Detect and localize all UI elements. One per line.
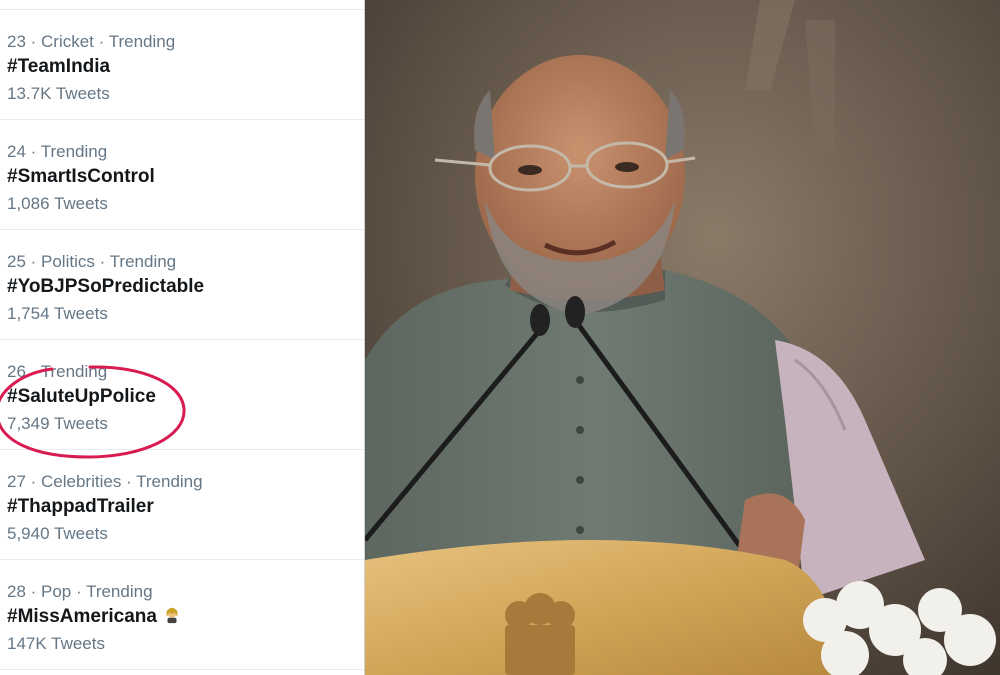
pop-star-emoji-icon — [166, 607, 178, 624]
trend-hashtag[interactable]: #TeamIndia — [7, 56, 110, 78]
trend-meta: 27 · Celebrities · Trending — [7, 472, 203, 491]
trend-hashtag[interactable]: #YoBJPSoPredictable — [7, 276, 204, 298]
speaker-photo — [365, 0, 1000, 675]
trend-hashtag[interactable]: #MissAmericana — [7, 606, 181, 628]
trend-item-saluteuppolice[interactable]: 26 · Trending #SaluteUpPolice 7,349 Twee… — [0, 340, 364, 450]
trend-hashtag[interactable]: #SmartIsControl — [7, 166, 155, 188]
trend-item-missamericana[interactable]: 28 · Pop · Trending #MissAmericana 147K … — [0, 560, 364, 670]
trend-meta: 26 · Trending — [7, 362, 108, 381]
trend-tweet-count: 147K Tweets — [7, 634, 105, 653]
trend-tweet-count: 5,940 Tweets — [7, 524, 108, 543]
trend-tweet-count: 7,349 Tweets — [7, 414, 108, 433]
photo-illustration — [365, 0, 1000, 675]
trend-hashtag[interactable]: #SaluteUpPolice — [7, 386, 156, 408]
trend-item-yobjpsopredictable[interactable]: 25 · Politics · Trending #YoBJPSoPredict… — [0, 230, 364, 340]
trend-tweet-count: 13.7K Tweets — [7, 84, 110, 103]
trend-item-smartiscontrol[interactable]: 24 · Trending #SmartIsControl 1,086 Twee… — [0, 120, 364, 230]
trend-meta: 28 · Pop · Trending — [7, 582, 153, 601]
trend-meta: 24 · Trending — [7, 142, 108, 161]
trend-hashtag[interactable]: #ThappadTrailer — [7, 496, 154, 518]
trend-item-teamindia[interactable]: 23 · Cricket · Trending #TeamIndia 13.7K… — [0, 10, 364, 120]
trend-hashtag-text: #MissAmericana — [7, 606, 157, 627]
trend-meta: 25 · Politics · Trending — [7, 252, 177, 271]
trend-tweet-count: 1,086 Tweets — [7, 194, 108, 213]
trend-item-thappadtrailer[interactable]: 27 · Celebrities · Trending #ThappadTrai… — [0, 450, 364, 560]
trends-list: 23 · Cricket · Trending #TeamIndia 13.7K… — [0, 0, 364, 675]
trend-meta: 23 · Cricket · Trending — [7, 32, 176, 51]
trend-tweet-count: 1,754 Tweets — [7, 304, 108, 323]
